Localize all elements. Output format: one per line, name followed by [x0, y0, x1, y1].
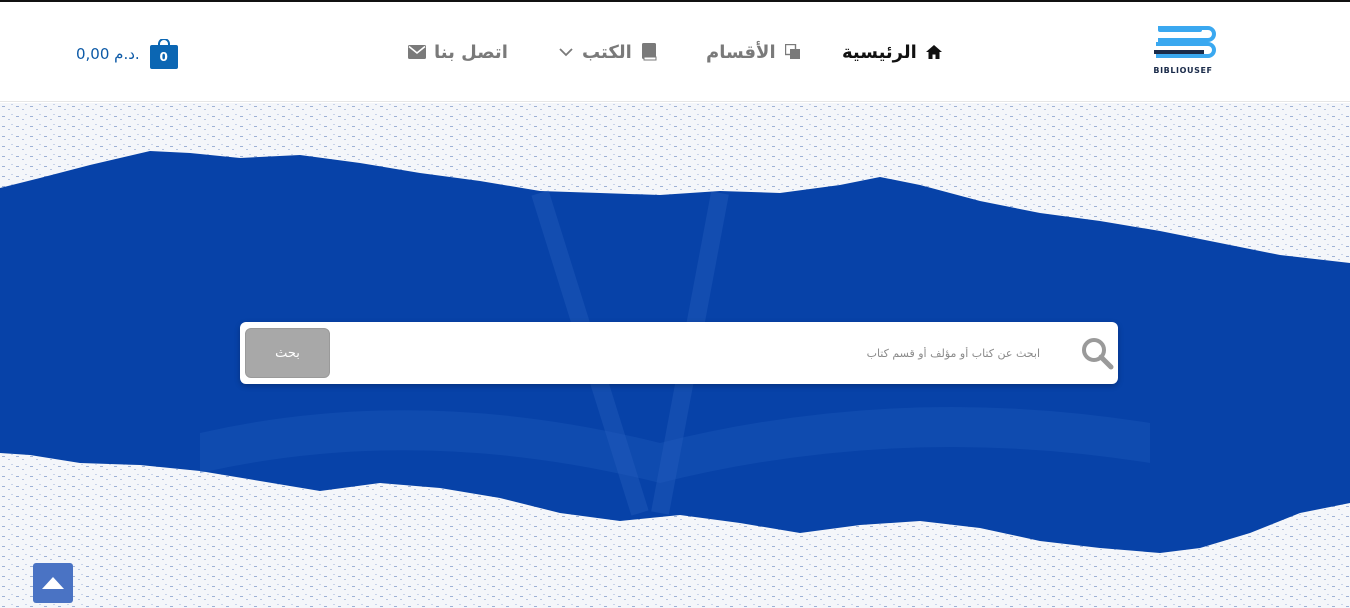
- nav-contact-label: اتصل بنا: [434, 41, 508, 63]
- nav-home[interactable]: الرئيسية: [842, 36, 943, 68]
- cart-count-badge: 0: [149, 45, 178, 69]
- envelope-icon: [408, 43, 426, 61]
- home-icon: [925, 43, 943, 61]
- nav-home-label: الرئيسية: [842, 41, 917, 63]
- search-icon[interactable]: [1080, 336, 1114, 370]
- hero-banner: بحث: [0, 103, 1350, 608]
- search-button[interactable]: بحث: [245, 328, 330, 378]
- shopping-bag-icon: 0: [149, 38, 178, 69]
- chevron-up-icon: [42, 577, 64, 589]
- site-logo[interactable]: BIBLIOUSEF: [1150, 24, 1222, 80]
- scroll-to-top-button[interactable]: [33, 563, 73, 603]
- nav-books[interactable]: الكتب: [558, 36, 658, 68]
- logo-text: BIBLIOUSEF: [1153, 66, 1213, 75]
- nav-categories-label: الأقسام: [706, 41, 776, 63]
- search-bar: بحث: [240, 322, 1118, 384]
- chevron-down-icon[interactable]: [558, 44, 574, 60]
- book-icon: [640, 43, 658, 61]
- nav-contact[interactable]: اتصل بنا: [408, 36, 508, 68]
- nav-books-label: الكتب: [582, 41, 632, 63]
- search-input[interactable]: [340, 332, 1040, 374]
- cart-total: 0,00 د.م.: [76, 45, 140, 63]
- site-header: 0,00 د.م. 0 اتصل بنا الكتب الأقسام الرئي…: [0, 2, 1350, 102]
- nav-categories[interactable]: الأقسام: [706, 36, 802, 68]
- copy-icon: [784, 43, 802, 61]
- books-logo-icon: [1154, 26, 1216, 58]
- cart-button[interactable]: 0,00 د.م. 0: [76, 38, 178, 70]
